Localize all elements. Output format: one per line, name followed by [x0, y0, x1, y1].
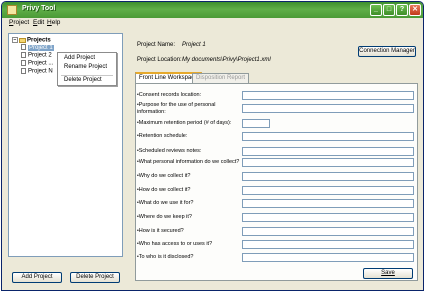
how-collect-input[interactable] [242, 186, 414, 195]
project-location-label: Project Location: [137, 57, 182, 63]
context-rename-project[interactable]: Rename Project [64, 64, 107, 70]
project-location-value: My documents\Privy\Project1.xml [182, 57, 271, 63]
minimize-button[interactable]: _ [370, 4, 382, 16]
retention-schedule-input[interactable] [242, 132, 414, 141]
project-name-value: Project 1 [182, 42, 206, 48]
menu-edit[interactable]: Edit [33, 19, 44, 26]
field-label-disclosed: •To who is it disclosed? [137, 254, 194, 260]
connection-manager-button[interactable]: Connection Manager [358, 46, 416, 57]
tree-item-project-n[interactable]: Project N [21, 68, 53, 75]
what-collect-input[interactable] [242, 158, 414, 167]
context-delete-project[interactable]: Delete Project [64, 77, 102, 83]
window-title: Privy Tool [22, 5, 56, 12]
app-icon [7, 5, 17, 15]
context-add-project[interactable]: Add Project [64, 55, 95, 61]
tree-root-projects[interactable]: − Projects [12, 37, 51, 44]
purpose-input[interactable] [242, 104, 414, 113]
tab-disposition-report[interactable]: Disposition Report [192, 73, 250, 83]
folder-icon [19, 37, 26, 43]
field-label-scheduled-reviews: •Scheduled reviews notes: [137, 148, 202, 154]
field-label-retention-schedule: •Retention schedule: [137, 133, 188, 139]
field-label-how-collect: •How do we collect it? [137, 187, 191, 193]
tree-item-project-2[interactable]: Project 2 [21, 52, 52, 59]
how-secured-input[interactable] [242, 227, 414, 236]
add-project-button[interactable]: Add Project [12, 272, 62, 283]
field-label-where-keep: •Where do we keep it? [137, 214, 192, 220]
what-use-input[interactable] [242, 199, 414, 208]
tree-item-project-ellipsis[interactable]: Project ... [21, 60, 53, 67]
field-label-consent-records: •Consent records location: [137, 92, 202, 98]
field-label-how-secured: •How is it secured? [137, 228, 184, 234]
maximize-button[interactable]: □ [383, 4, 395, 16]
who-access-input[interactable] [242, 240, 414, 249]
menu-help[interactable]: Help [47, 19, 60, 26]
document-icon [21, 52, 26, 58]
field-label-what-use: •What do we use it for? [137, 200, 194, 206]
project-name-label: Project Name: [137, 42, 176, 48]
document-icon [21, 68, 26, 74]
why-collect-input[interactable] [242, 172, 414, 181]
collapse-icon[interactable]: − [12, 37, 18, 43]
disclosed-input[interactable] [242, 253, 414, 262]
tree-root-label: Projects [27, 37, 51, 44]
menu-bar: Project Edit Help [2, 18, 423, 28]
consent-records-input[interactable] [242, 91, 414, 100]
scheduled-reviews-input[interactable] [242, 147, 414, 156]
document-icon [21, 44, 26, 50]
close-button[interactable]: ✕ [409, 4, 421, 16]
field-label-why-collect: •Why do we collect it? [137, 173, 191, 179]
save-button[interactable]: Save [363, 268, 413, 279]
menu-project[interactable]: Project [9, 19, 29, 26]
field-label-who-access: •Who has access to or uses it? [137, 241, 213, 247]
help-button[interactable]: ? [396, 4, 408, 16]
where-keep-input[interactable] [242, 213, 414, 222]
context-menu: Add Project Rename Project Delete Projec… [57, 52, 117, 86]
document-icon [21, 60, 26, 66]
context-separator [61, 75, 113, 76]
tree-item-project-1[interactable]: Project 1 [21, 44, 54, 51]
delete-project-button[interactable]: Delete Project [70, 272, 120, 283]
app-window: Privy Tool _ □ ? ✕ Project Edit Help − Pr… [1, 1, 424, 291]
max-retention-input[interactable] [242, 119, 270, 128]
field-label-purpose: •Purpose for the use of personal informa… [137, 102, 216, 115]
title-bar[interactable]: Privy Tool _ □ ? ✕ [2, 2, 423, 18]
field-label-max-retention: •Maximum retention period (# of days): [137, 120, 232, 126]
field-label-what-collect: •What personal information do we collect… [137, 159, 240, 165]
